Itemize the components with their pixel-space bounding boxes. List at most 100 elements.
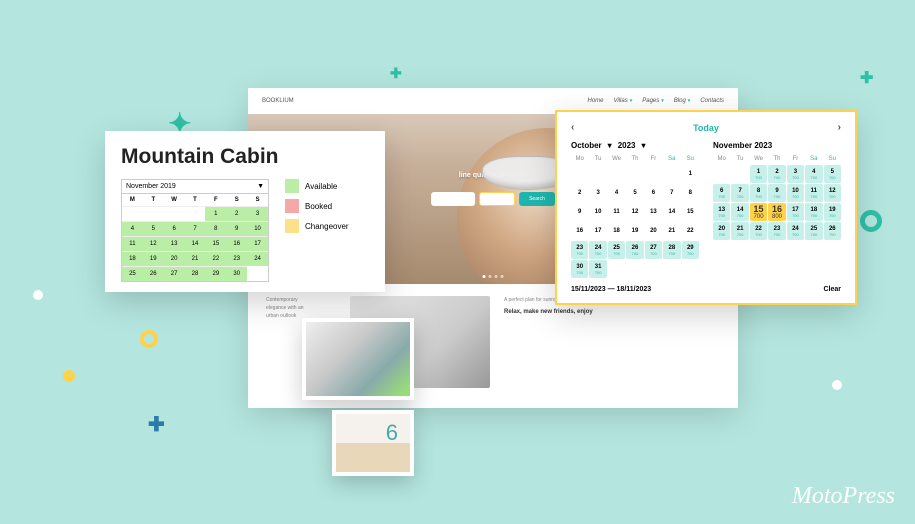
calendar-day[interactable]: 17700 <box>787 203 804 221</box>
calendar-day[interactable]: 7 <box>185 221 206 236</box>
calendar-day[interactable]: 14 <box>663 203 680 221</box>
calendar-day[interactable]: 1 <box>205 206 226 221</box>
calendar-day[interactable]: 28 <box>185 266 206 281</box>
prev-month-button[interactable]: ‹ <box>571 122 574 133</box>
calendar-day[interactable]: 9 <box>571 203 588 221</box>
today-button[interactable]: Today <box>693 123 719 133</box>
calendar-day[interactable]: 11 <box>122 236 143 251</box>
calendar-day[interactable]: 2 <box>571 184 588 202</box>
calendar-day[interactable]: 15 <box>682 203 699 221</box>
nav-item[interactable]: Pages▾ <box>642 98 664 104</box>
calendar-day[interactable]: 9 <box>226 221 247 236</box>
calendar-day[interactable]: 22700 <box>750 222 767 240</box>
calendar-day[interactable]: 6700 <box>713 184 730 202</box>
calendar-day[interactable]: 3 <box>589 184 606 202</box>
calendar-day[interactable]: 13 <box>645 203 662 221</box>
nav-item[interactable]: Villas▾ <box>614 98 633 104</box>
calendar-day[interactable]: 12 <box>626 203 643 221</box>
calendar-day[interactable]: 12 <box>143 236 164 251</box>
calendar-day[interactable]: 23700 <box>768 222 785 240</box>
calendar-day[interactable]: 18 <box>122 251 143 266</box>
calendar-day[interactable]: 19 <box>626 222 643 240</box>
calendar-day[interactable]: 22 <box>205 251 226 266</box>
calendar-day[interactable]: 2 <box>226 206 247 221</box>
next-month-button[interactable]: › <box>838 122 841 133</box>
calendar-day[interactable]: 25700 <box>608 241 625 259</box>
calendar-day[interactable]: 11700 <box>805 184 822 202</box>
calendar-day[interactable]: 27 <box>164 266 185 281</box>
calendar-day[interactable]: 25700 <box>805 222 822 240</box>
calendar-day[interactable]: 16 <box>571 222 588 240</box>
calendar-day[interactable]: 30 <box>226 266 247 281</box>
calendar-day[interactable]: 21 <box>663 222 680 240</box>
chevron-down-icon[interactable]: ▾ <box>641 141 645 150</box>
calendar-day[interactable]: 4 <box>608 184 625 202</box>
calendar-day[interactable]: 6 <box>645 184 662 202</box>
calendar-day[interactable]: 28700 <box>663 241 680 259</box>
calendar-day[interactable]: 9700 <box>768 184 785 202</box>
calendar-day[interactable]: 21700 <box>731 222 748 240</box>
calendar-day[interactable]: 24700 <box>787 222 804 240</box>
calendar-day[interactable]: 29 <box>205 266 226 281</box>
calendar-day[interactable]: 20 <box>164 251 185 266</box>
calendar-day[interactable]: 20700 <box>713 222 730 240</box>
chevron-down-icon[interactable]: ▾ <box>608 141 612 150</box>
search-date-field[interactable] <box>431 192 475 206</box>
calendar-day[interactable]: 18700 <box>805 203 822 221</box>
calendar-day[interactable]: 13700 <box>713 203 730 221</box>
calendar-day[interactable]: 5700 <box>824 165 841 183</box>
calendar-day[interactable]: 1 <box>682 165 699 183</box>
calendar-day[interactable]: 8 <box>205 221 226 236</box>
calendar-day[interactable]: 22 <box>682 222 699 240</box>
calendar-day[interactable]: 15 <box>205 236 226 251</box>
nav-item[interactable]: Blog▾ <box>674 98 691 104</box>
calendar-day[interactable]: 8 <box>682 184 699 202</box>
calendar-day[interactable]: 12700 <box>824 184 841 202</box>
calendar-day[interactable]: 29700 <box>682 241 699 259</box>
month-select[interactable]: November 2019 ▼ <box>122 180 268 194</box>
clear-button[interactable]: Clear <box>823 286 841 293</box>
calendar-day[interactable]: 16 <box>226 236 247 251</box>
calendar-day[interactable]: 16800 <box>768 203 785 221</box>
calendar-day[interactable]: 13 <box>164 236 185 251</box>
calendar-day[interactable]: 10700 <box>787 184 804 202</box>
calendar-day[interactable]: 10 <box>247 221 268 236</box>
calendar-day[interactable]: 31700 <box>589 260 606 278</box>
availability-calendar[interactable]: November 2019 ▼ MTWTFSS12345678910111213… <box>121 179 269 282</box>
search-button[interactable]: Search <box>519 192 555 206</box>
calendar-day[interactable]: 23 <box>226 251 247 266</box>
calendar-day[interactable]: 14700 <box>731 203 748 221</box>
calendar-day[interactable]: 5 <box>626 184 643 202</box>
calendar-day[interactable]: 19 <box>143 251 164 266</box>
calendar-day[interactable]: 24700 <box>589 241 606 259</box>
nav-item[interactable]: Home <box>587 98 603 104</box>
calendar-day[interactable]: 15700 <box>750 203 767 221</box>
calendar-day[interactable]: 26700 <box>626 241 643 259</box>
calendar-day[interactable]: 7700 <box>731 184 748 202</box>
calendar-day[interactable]: 1700 <box>750 165 767 183</box>
calendar-day[interactable]: 6 <box>164 221 185 236</box>
calendar-day[interactable]: 17 <box>247 236 268 251</box>
calendar-day[interactable]: 7 <box>663 184 680 202</box>
calendar-day[interactable]: 2700 <box>768 165 785 183</box>
carousel-dots[interactable] <box>483 275 504 278</box>
calendar-day[interactable]: 17 <box>589 222 606 240</box>
calendar-day[interactable]: 23700 <box>571 241 588 259</box>
calendar-day[interactable]: 14 <box>185 236 206 251</box>
calendar-day[interactable]: 3 <box>247 206 268 221</box>
calendar-day[interactable]: 11 <box>608 203 625 221</box>
nav-item[interactable]: Contacts <box>700 98 724 104</box>
calendar-day[interactable]: 21 <box>185 251 206 266</box>
calendar-day[interactable]: 20 <box>645 222 662 240</box>
calendar-day[interactable]: 18 <box>608 222 625 240</box>
calendar-day[interactable]: 3700 <box>787 165 804 183</box>
calendar-day[interactable]: 5 <box>143 221 164 236</box>
calendar-day[interactable]: 30700 <box>571 260 588 278</box>
calendar-day[interactable]: 8700 <box>750 184 767 202</box>
calendar-day[interactable]: 10 <box>589 203 606 221</box>
calendar-day[interactable]: 4700 <box>805 165 822 183</box>
calendar-day[interactable]: 27700 <box>645 241 662 259</box>
calendar-day[interactable]: 26 <box>143 266 164 281</box>
calendar-day[interactable]: 4 <box>122 221 143 236</box>
calendar-day[interactable]: 19700 <box>824 203 841 221</box>
